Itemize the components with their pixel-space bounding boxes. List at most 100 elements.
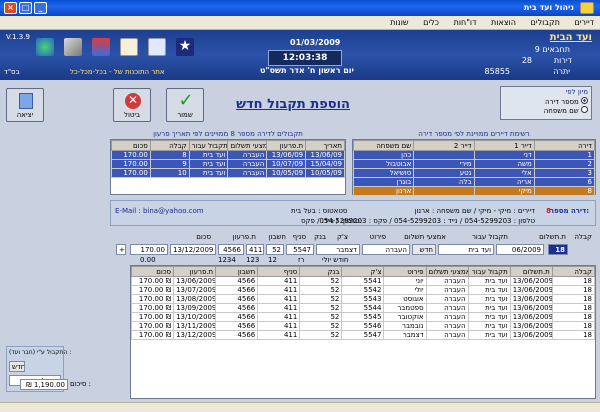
sub-cheque: רז <box>298 256 305 264</box>
radio-checked[interactable] <box>581 97 588 104</box>
minimize-icon[interactable]: _ <box>34 2 47 14</box>
site-link[interactable]: אתר התוכנות של - בכל-מכל-כל <box>70 68 165 76</box>
sort-by-family[interactable]: שם משפחה <box>501 106 591 115</box>
apts-label: דירות <box>553 56 572 65</box>
account-input[interactable]: 4566 <box>218 244 244 255</box>
table-cell: 18 <box>551 312 596 322</box>
recent-col-header[interactable]: קבלה <box>149 140 190 151</box>
bsd-label: בס"ד <box>4 68 20 76</box>
menu-expenses[interactable]: הוצאות <box>485 16 522 27</box>
table-cell: כהן <box>352 150 415 160</box>
label-method: אמצעי תשלום <box>404 233 446 241</box>
recent-col-header[interactable]: תקבול עבור <box>188 140 229 151</box>
tenants-col-header[interactable]: דירה <box>533 140 596 151</box>
table-row[interactable]: 170.00 ₪ 13/10/2009 4566 411 52 5545 אוקטובר הע… <box>130 312 596 322</box>
recent-col-header[interactable]: אמצעי תשלום <box>227 140 268 151</box>
table-row[interactable]: 170.00 9 ועד בית העברה 10/07/09 15/04/09 <box>111 159 345 169</box>
close-icon[interactable]: × <box>4 2 17 14</box>
table-cell: העברה <box>425 285 469 295</box>
branch-input[interactable]: 411 <box>246 244 264 255</box>
sort-group: מיון לפי מספר דירה שם משפחה <box>500 86 592 120</box>
payments-col-header[interactable]: חשבון <box>215 266 259 277</box>
payments-col-header[interactable]: ת.תשלום <box>509 266 553 277</box>
document-icon[interactable] <box>120 38 138 56</box>
payments-col-header[interactable]: סכום <box>130 266 175 277</box>
table-cell: 18 <box>551 303 596 313</box>
tools-icon[interactable] <box>64 38 82 56</box>
add-button[interactable]: + <box>116 244 126 255</box>
payments-col-header[interactable]: אמצעי תשלום <box>425 266 469 277</box>
amount-input[interactable]: 170.00 <box>130 244 168 255</box>
exit-button[interactable]: יציאה <box>6 88 44 122</box>
new-member-button[interactable]: חדש <box>9 361 25 372</box>
payments-col-header[interactable]: סניף <box>257 266 301 277</box>
date-display: 01/03/2009 <box>290 38 341 47</box>
for-select[interactable]: ועד בית <box>438 244 494 255</box>
table-row[interactable]: בוגרן בלה אריה 6 <box>352 177 596 187</box>
table-row[interactable]: אבוטבול מירי משה 2 <box>352 159 596 169</box>
table-cell: 18 <box>551 294 596 304</box>
status-label: סטאטוס : בעל בית <box>291 207 348 215</box>
radio-unchecked[interactable] <box>581 106 588 113</box>
tenants-col-header[interactable]: דייר 1 <box>473 140 535 151</box>
menu-misc[interactable]: שונות <box>384 16 415 27</box>
table-cell: 13/06/2009 <box>509 303 553 313</box>
table-row[interactable]: 170.00 ₪ 13/11/2009 4566 411 52 5546 נובמבר העב… <box>130 321 596 331</box>
payments-col-header[interactable]: צ'ק <box>341 266 385 277</box>
table-row[interactable]: 170.00 10 ועד בית העברה 10/05/09 10/05/09 <box>111 168 345 178</box>
payments-col-header[interactable]: תקבול עבור <box>467 266 511 277</box>
charts-icon[interactable] <box>92 38 110 56</box>
table-row[interactable]: 170.00 ₪ 13/08/2009 4566 411 52 5543 אוגוסט העב… <box>130 294 596 304</box>
maximize-icon[interactable]: □ <box>19 2 32 14</box>
save-button[interactable]: ✓ שמור <box>166 88 204 122</box>
table-cell: 170.00 <box>111 159 151 169</box>
table-row[interactable]: כהן דני 1 <box>352 150 596 160</box>
sort-by-apt[interactable]: מספר דירה <box>501 97 591 106</box>
payments-col-header[interactable]: ת.פרעון <box>173 266 217 277</box>
table-cell: 170.00 ₪ <box>130 330 175 340</box>
globe-icon[interactable] <box>36 38 54 56</box>
table-row[interactable]: 170.00 ₪ 13/09/2009 4566 411 52 5544 ספטמבר העב… <box>130 303 596 313</box>
table-cell: העברה <box>425 294 469 304</box>
recent-col-header[interactable]: תאריך <box>305 140 345 151</box>
payments-col-header[interactable]: פירוט <box>383 266 427 277</box>
table-cell: 170.00 ₪ <box>130 321 175 331</box>
menu-tenants[interactable]: דיירים <box>568 16 600 27</box>
tenants-col-header[interactable]: שם משפחה <box>352 140 415 151</box>
method-select[interactable]: העברה <box>362 244 410 255</box>
tenants-col-header[interactable]: דייר 2 <box>413 140 475 151</box>
table-cell: 4566 <box>215 330 259 340</box>
bank-input[interactable]: 52 <box>266 244 284 255</box>
cancel-button[interactable]: ✕ ביטול <box>113 88 151 122</box>
star-icon[interactable]: ★ <box>176 38 194 56</box>
table-row[interactable]: סושיאל נטע אלי 3 <box>352 168 596 178</box>
payments-col-header[interactable]: בנק <box>299 266 343 277</box>
table-cell: מיקי <box>473 186 535 196</box>
table-row[interactable]: 170.00 ₪ 13/07/2009 4566 411 52 5542 יולי העברה… <box>130 285 596 295</box>
table-cell: אלי <box>473 168 535 178</box>
table-cell: נובמבר <box>383 321 427 331</box>
payments-col-header[interactable]: קבלה <box>551 266 596 277</box>
table-cell: משה <box>473 159 535 169</box>
menu-tools[interactable]: כלים <box>417 16 445 27</box>
recent-col-header[interactable]: סכום <box>111 140 151 151</box>
pay-date-input[interactable]: 06/2009 <box>496 244 544 255</box>
due-date-input[interactable]: 13/12/2009 <box>170 244 216 255</box>
edit-icon[interactable] <box>148 38 166 56</box>
new-for-button[interactable]: חדש <box>412 244 436 255</box>
menu-receipts[interactable]: תקבולים <box>525 16 566 27</box>
page-title: הוספת תקבול חדש <box>236 97 350 112</box>
table-cell: 52 <box>299 303 343 313</box>
detail-select[interactable]: דצמבר <box>316 244 360 255</box>
exit-icon <box>19 93 33 109</box>
apt-value: 8 <box>546 207 551 215</box>
table-row[interactable]: 170.00 ₪ 13/06/2009 4566 411 52 5541 יוני העברה… <box>130 276 596 286</box>
tenants-grid: שם משפחה דייר 2 דייר 1 דירה כהן דני 1 אבוטבול מ… <box>352 139 596 196</box>
table-row[interactable]: 170.00 8 ועד בית העברה 13/06/09 13/06/09 <box>111 150 345 160</box>
cheque-input[interactable]: 5547 <box>286 244 314 255</box>
table-row[interactable]: ארנון מיקי 8 <box>352 186 596 196</box>
table-row[interactable]: 170.00 ₪ 13/12/2009 4566 411 52 5547 דצמבר העבר… <box>130 330 596 340</box>
table-cell: ועד בית <box>467 321 511 331</box>
menu-reports[interactable]: דו"חות <box>448 16 483 27</box>
recent-col-header[interactable]: ת.פרעון <box>266 140 307 151</box>
